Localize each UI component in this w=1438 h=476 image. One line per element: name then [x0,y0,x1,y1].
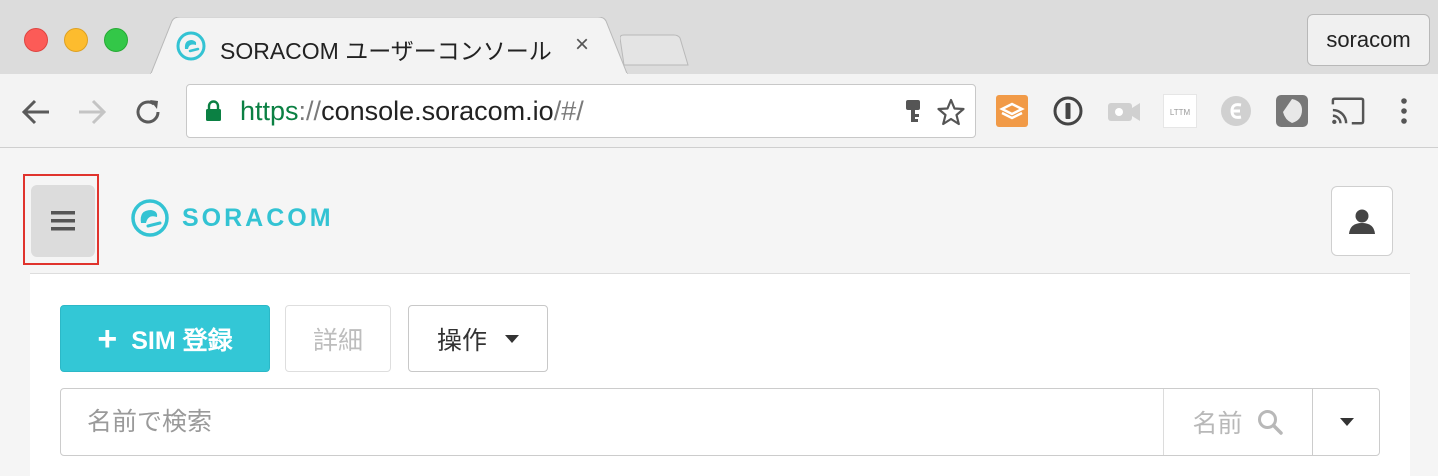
browser-toolbar: https://console.soracom.io/#/ LTTM [0,74,1438,148]
url-text: https://console.soracom.io/#/ [240,96,584,127]
browser-tab-active[interactable]: SORACOM ユーザーコンソール × [150,17,628,76]
lock-icon [206,100,221,121]
caret-down-icon [1339,418,1354,426]
forward-button[interactable] [74,94,110,130]
sim-list-panel: + SIM 登録 詳細 操作 名前 [30,274,1410,476]
search-key-button[interactable]: 名前 [1163,389,1311,455]
search-icon [1257,410,1283,435]
menu-button[interactable] [31,185,95,257]
layers-icon[interactable] [995,94,1029,128]
zoom-window-button[interactable] [104,28,128,52]
bookmark-star-icon[interactable] [937,98,965,126]
page-content: SORACOM + SIM 登録 詳細 操作 名前 [0,149,1438,476]
url-path: /#/ [553,96,584,126]
reload-button[interactable] [130,94,166,130]
minimize-window-button[interactable] [64,28,88,52]
browser-tab-bar: SORACOM ユーザーコンソール × soracom [0,0,1438,76]
video-icon[interactable] [1107,94,1141,128]
tab-title: SORACOM ユーザーコンソール [220,38,552,64]
evernote-icon[interactable] [1219,94,1253,128]
operations-label: 操作 [436,326,487,355]
hamburger-icon [51,211,75,231]
soracom-favicon-icon [176,31,206,61]
brand-text: SORACOM [182,203,334,232]
search-options-dropdown[interactable] [1312,389,1380,455]
close-window-button[interactable] [24,28,48,52]
address-bar[interactable]: https://console.soracom.io/#/ [186,84,976,138]
search-input[interactable] [61,389,1163,455]
url-host: console.soracom.io [321,96,554,126]
tab-close-icon[interactable]: × [575,31,589,59]
lttm-icon[interactable]: LTTM [1163,94,1197,128]
cast-icon[interactable] [1331,94,1365,128]
caret-down-icon [505,334,519,343]
add-sim-label: SIM 登録 [131,326,233,355]
profile-button[interactable]: soracom [1307,14,1430,66]
brand-logo[interactable]: SORACOM [130,198,334,238]
password-icon[interactable] [1051,94,1085,128]
svg-text:LTTM: LTTM [1170,108,1191,117]
url-separator: :// [298,96,322,126]
back-button[interactable] [18,94,54,130]
more-icon[interactable] [1387,94,1421,128]
back-arrow-icon [21,99,49,125]
reload-icon [136,100,160,124]
new-tab-button[interactable] [620,34,690,66]
search-key-label: 名前 [1192,410,1243,438]
add-sim-button[interactable]: + SIM 登録 [60,305,270,372]
user-icon [1349,209,1375,234]
soracom-logo-icon [131,199,169,237]
url-scheme: https [240,96,299,126]
forward-arrow-icon [79,99,107,125]
detail-button[interactable]: 詳細 [285,305,391,372]
plus-icon: + [97,319,118,358]
search-group: 名前 [60,388,1380,456]
user-menu-button[interactable] [1331,186,1393,256]
key-icon[interactable] [899,98,927,126]
operations-dropdown[interactable]: 操作 [408,305,548,372]
shield-icon[interactable] [1275,94,1309,128]
